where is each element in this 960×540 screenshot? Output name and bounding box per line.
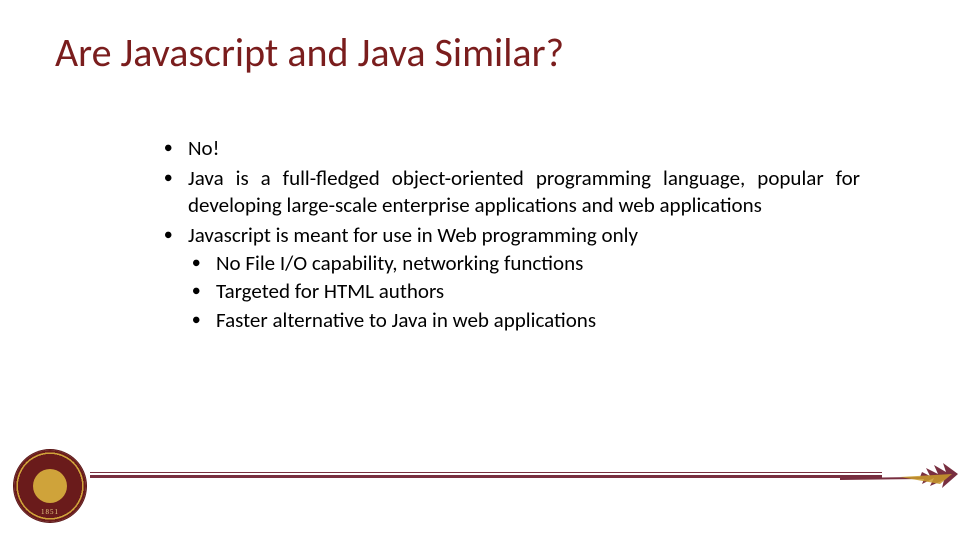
sub-targeted: Targeted for HTML authors (188, 278, 860, 304)
slide-body: No! Java is a full-fledged object-orient… (160, 135, 860, 337)
bullet-no: No! (160, 135, 860, 161)
slide-title: Are Javascript and Java Similar? (55, 28, 564, 77)
spear-icon (840, 460, 960, 492)
footer-rule (90, 472, 942, 478)
sub-no-fileio: No File I/O capability, networking funct… (188, 250, 860, 276)
bullet-js-text: Javascript is meant for use in Web progr… (188, 222, 638, 248)
bullet-js-desc: Javascript is meant for use in Web progr… (160, 222, 860, 333)
sub-faster: Faster alternative to Java in web applic… (188, 307, 860, 333)
seal-year: 1851 (41, 508, 59, 516)
bullet-java-desc: Java is a full-fledged object-oriented p… (160, 165, 860, 218)
university-seal: 1851 (14, 450, 86, 522)
